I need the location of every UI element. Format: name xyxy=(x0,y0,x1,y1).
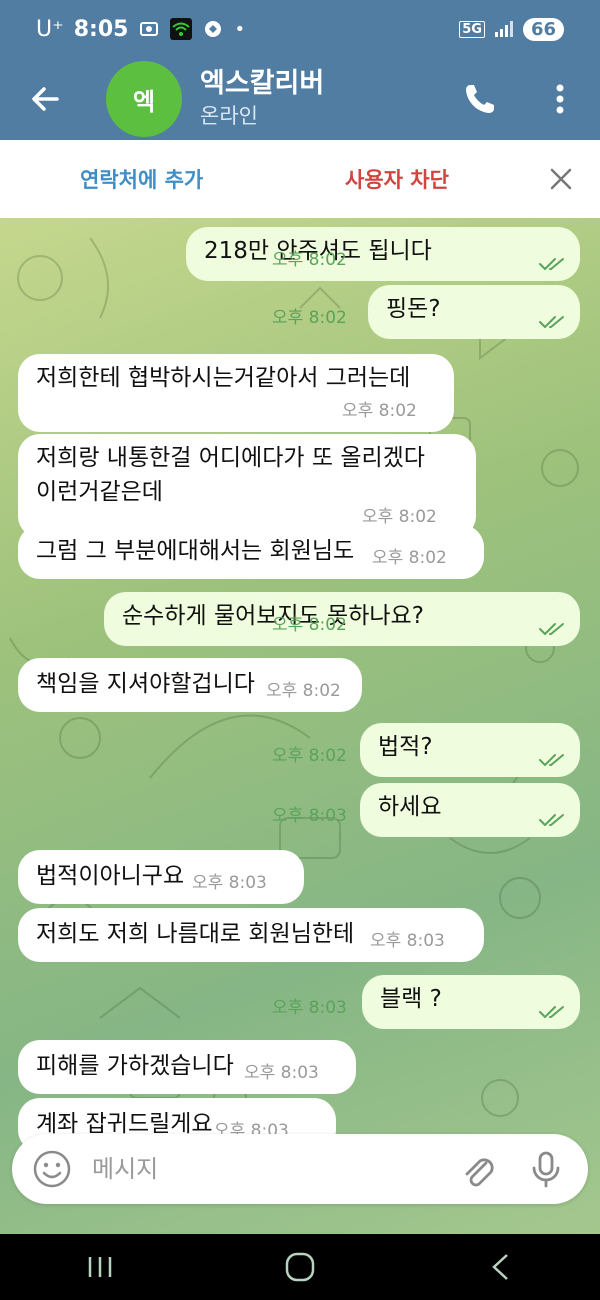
message-time: 오후 8:03 xyxy=(244,1063,319,1083)
nav-recents-button[interactable] xyxy=(70,1242,130,1292)
incoming-message[interactable]: 피해를 가하겠습니다 오후 8:03 xyxy=(18,1040,356,1094)
close-icon xyxy=(550,168,572,190)
incoming-message[interactable]: 저희랑 내통한걸 어디에다가 또 올리겠다 이런거같은데 오후 8:02 xyxy=(18,434,476,538)
message-text: 책임을 지셔야할겁니다 xyxy=(36,671,255,697)
message-text: 저희도 저희 나름대로 회원님한테 xyxy=(36,921,355,947)
message-text: 피해를 가하겠습니다 xyxy=(36,1053,234,1079)
message-time: 오후 8:02 xyxy=(272,250,347,270)
outgoing-message[interactable]: 법적? 오후 8:02 xyxy=(272,723,580,777)
screenshot-icon xyxy=(138,18,160,40)
back-button[interactable] xyxy=(0,58,90,140)
message-time: 오후 8:03 xyxy=(272,998,347,1018)
message-list[interactable]: 218만 안주셔도 됩니다 오후 8:02 핑돈? 오후 8:02 저희한테 협박하시는… xyxy=(0,218,600,1234)
chat-title: 엑스칼리버 xyxy=(200,68,325,99)
chat-title-block[interactable]: 엑스칼리버 온라인 xyxy=(200,67,324,131)
message-time: 오후 8:02 xyxy=(272,746,347,766)
emoji-button[interactable] xyxy=(12,1134,92,1204)
add-contact-button[interactable]: 연락처에 추가 xyxy=(80,164,203,194)
message-text-line-2: 이런거같은데 xyxy=(36,479,163,505)
message-time: 오후 8:02 xyxy=(372,548,447,568)
message-time: 오후 8:03 xyxy=(272,806,347,826)
outgoing-message[interactable]: 순수하게 물어보지도 못하나요? 오후 8:02 xyxy=(104,592,580,646)
read-ticks-icon xyxy=(539,258,564,270)
battery-level: 66 xyxy=(522,17,564,41)
system-nav-bar xyxy=(0,1234,600,1300)
mic-icon xyxy=(532,1151,560,1188)
message-text: 하세요 xyxy=(378,794,442,820)
nav-home-button[interactable] xyxy=(270,1242,330,1292)
message-time: 오후 8:02 xyxy=(342,401,417,421)
incoming-message[interactable]: 책임을 지셔야할겁니다 오후 8:02 xyxy=(18,658,362,712)
message-text: 저희랑 내통한걸 어디에다가 또 올리겠다 xyxy=(36,445,425,471)
message-time: 오후 8:02 xyxy=(272,308,347,328)
attach-icon xyxy=(465,1158,494,1187)
message-text: 그럼 그 부분에대해서는 회원님도 xyxy=(36,538,355,564)
chat-header: 엑 엑스칼리버 온라인 xyxy=(0,58,600,140)
nav-home-icon xyxy=(285,1252,315,1282)
more-vert-icon xyxy=(556,84,564,114)
carrier-label: U⁺ xyxy=(36,16,64,42)
back-arrow-icon xyxy=(32,87,59,111)
message-time: 오후 8:03 xyxy=(192,873,267,893)
nav-back-icon xyxy=(492,1254,508,1280)
message-composer xyxy=(12,1134,588,1204)
message-text: 블랙 ? xyxy=(380,986,442,1012)
message-text: 핑돈? xyxy=(386,296,441,322)
outgoing-message[interactable]: 블랙 ? 오후 8:03 xyxy=(272,975,580,1029)
message-time: 오후 8:03 xyxy=(370,931,445,951)
close-strip-button[interactable] xyxy=(544,162,578,196)
clock: 8:05 xyxy=(73,16,129,42)
emoji-icon xyxy=(33,1150,71,1188)
incoming-message[interactable]: 법적이아니구요 오후 8:03 xyxy=(18,850,304,904)
read-ticks-icon xyxy=(539,814,564,826)
read-ticks-icon xyxy=(539,1006,564,1018)
contact-action-strip: 연락처에 추가 사용자 차단 xyxy=(0,140,600,218)
read-ticks-icon xyxy=(539,316,564,328)
incoming-message[interactable]: 그럼 그 부분에대해서는 회원님도 오후 8:02 xyxy=(18,525,484,579)
read-ticks-icon xyxy=(539,754,564,766)
wifi-status-icon xyxy=(170,18,193,40)
status-bar: U⁺ 8:05 • 5G 66 xyxy=(0,0,600,58)
nav-back-button[interactable] xyxy=(470,1242,530,1292)
network-type: 5G xyxy=(459,20,485,38)
voice-button[interactable] xyxy=(526,1149,566,1189)
app-notification-icon xyxy=(202,18,224,40)
phone-icon xyxy=(466,85,494,113)
message-text: 법적이아니구요 xyxy=(36,863,185,889)
incoming-message[interactable]: 저희한테 협박하시는거같아서 그러는데오후 8:02 xyxy=(18,354,454,432)
block-user-button[interactable]: 사용자 차단 xyxy=(345,164,449,194)
outgoing-message[interactable]: 218만 안주셔도 됩니다 오후 8:02 xyxy=(186,227,580,281)
signal-icon xyxy=(493,18,515,40)
outgoing-message[interactable]: 하세요 오후 8:03 xyxy=(272,783,580,837)
message-text: 저희한테 협박하시는거같아서 그러는데 xyxy=(36,365,411,391)
more-options-button[interactable] xyxy=(520,58,600,140)
attach-button[interactable] xyxy=(458,1151,498,1191)
call-button[interactable] xyxy=(440,58,520,140)
online-status: 온라인 xyxy=(200,104,258,128)
incoming-message[interactable]: 저희도 저희 나름대로 회원님한테 오후 8:03 xyxy=(18,908,484,962)
read-ticks-icon xyxy=(539,623,564,635)
message-time: 오후 8:02 xyxy=(266,681,341,701)
avatar[interactable]: 엑 xyxy=(106,61,182,137)
nav-recents-icon xyxy=(88,1257,112,1277)
message-text: 법적? xyxy=(378,734,433,760)
notification-dot: • xyxy=(234,18,246,40)
outgoing-message[interactable]: 핑돈? 오후 8:02 xyxy=(272,285,580,339)
message-input[interactable] xyxy=(92,1155,432,1183)
message-time: 오후 8:02 xyxy=(272,615,347,635)
